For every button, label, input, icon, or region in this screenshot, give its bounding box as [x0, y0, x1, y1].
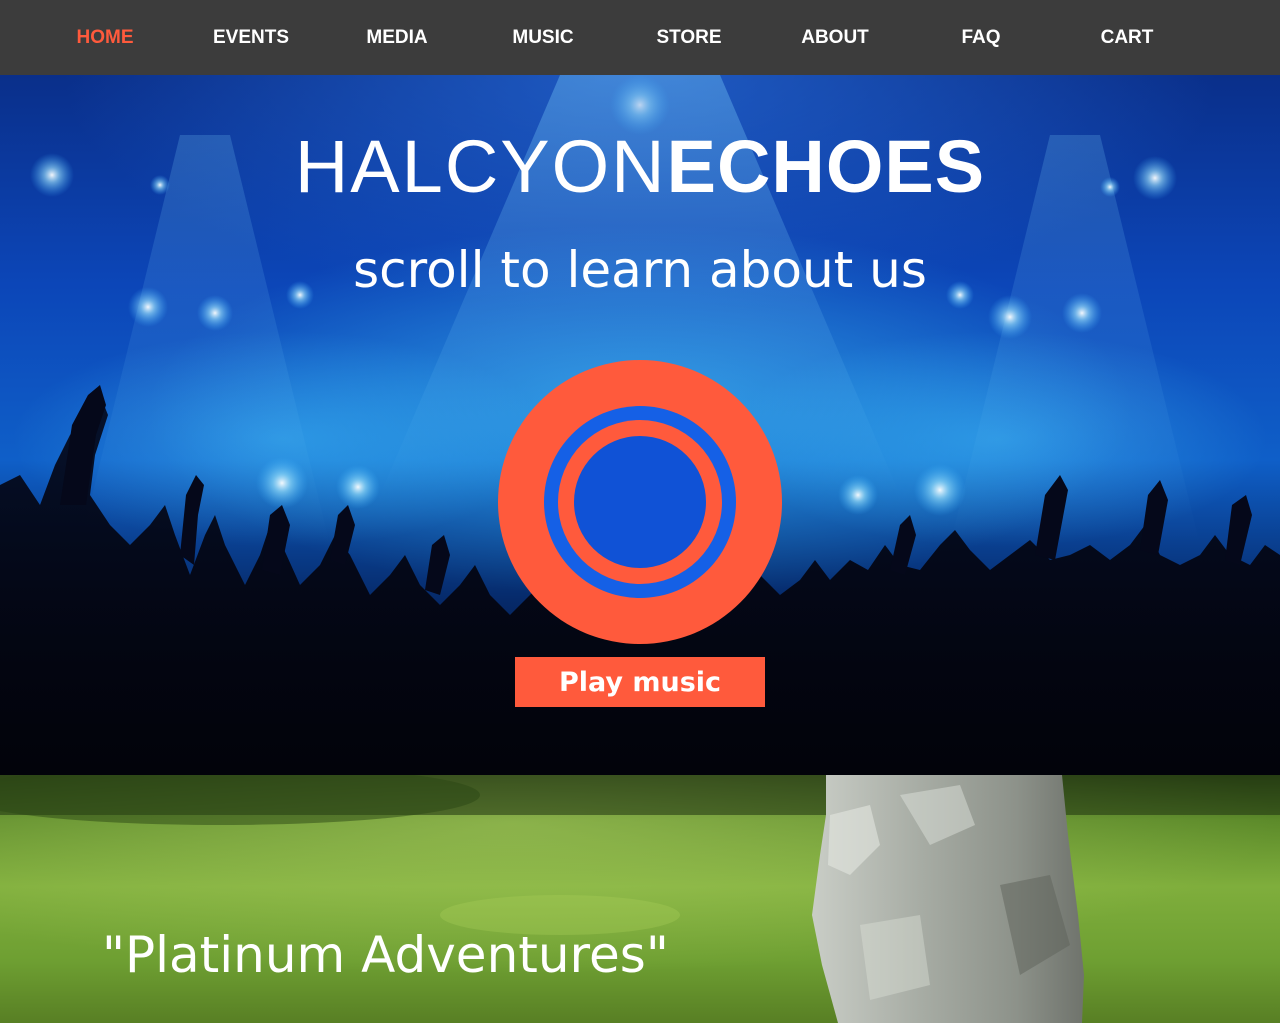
album-section: "Platinum Adventures" [0, 775, 1280, 1023]
top-navigation: HOME EVENTS MEDIA MUSIC STORE ABOUT FAQ … [0, 0, 1280, 75]
play-ring-icon[interactable] [498, 360, 782, 644]
nav-item-events[interactable]: EVENTS [178, 0, 324, 75]
nav-item-home[interactable]: HOME [32, 0, 178, 75]
nav-item-music[interactable]: MUSIC [470, 0, 616, 75]
nav-item-store[interactable]: STORE [616, 0, 762, 75]
band-logo[interactable]: HALCYONECHOES [0, 127, 1280, 207]
album-title: "Platinum Adventures" [102, 926, 669, 984]
nav-item-cart[interactable]: CART [1054, 0, 1200, 75]
logo-word-bold: ECHOES [666, 125, 986, 208]
nav-item-about[interactable]: ABOUT [762, 0, 908, 75]
logo-word-light: HALCYON [294, 125, 667, 208]
hero-section: HALCYONECHOES scroll to learn about us P… [0, 75, 1280, 775]
hero-tagline: scroll to learn about us [353, 241, 927, 299]
play-music-button[interactable]: Play music [515, 657, 765, 707]
standing-stone [812, 775, 1084, 1023]
nav-item-faq[interactable]: FAQ [908, 0, 1054, 75]
nav-item-media[interactable]: MEDIA [324, 0, 470, 75]
